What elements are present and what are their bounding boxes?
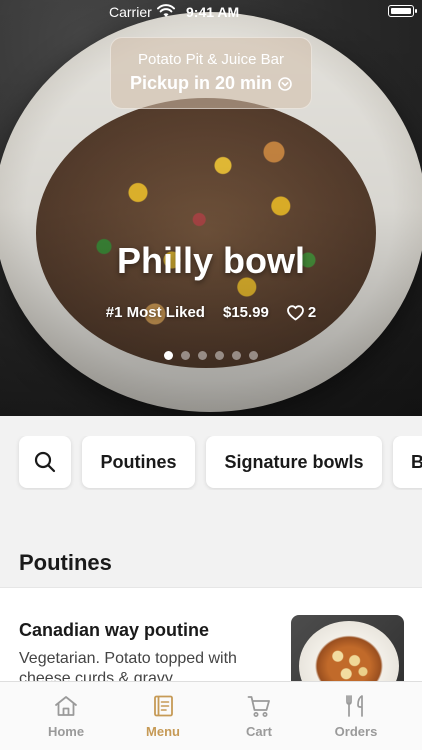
search-button[interactable] — [19, 436, 71, 488]
likes-count: 2 — [307, 304, 317, 321]
featured-hero[interactable]: Carrier 9:41 AM Potato Pit & Juice Bar P… — [0, 0, 422, 416]
home-icon — [55, 696, 77, 716]
featured-dish-title: Philly bowl — [116, 240, 305, 281]
app-screen: Carrier 9:41 AM Potato Pit & Juice Bar P… — [0, 0, 422, 750]
carousel-dot[interactable] — [181, 351, 190, 360]
status-time: 9:41 AM — [186, 4, 240, 20]
category-chip-burgers[interactable]: Burgers — [393, 436, 422, 488]
menu-item-name: Canadian way poutine — [19, 620, 210, 640]
tab-orders-label: Orders — [334, 724, 378, 739]
poutine-bowl-image — [299, 621, 399, 687]
cart-icon — [247, 696, 270, 717]
carousel-dot[interactable] — [232, 351, 241, 360]
carrier-label: Carrier — [109, 4, 152, 20]
status-bar: Carrier 9:41 AM — [0, 0, 422, 24]
carousel-dot[interactable] — [198, 351, 207, 360]
carousel-dot[interactable] — [215, 351, 224, 360]
wifi-icon — [157, 4, 175, 17]
category-chips: Poutines Signature bowls Burgers — [0, 436, 422, 490]
tab-menu[interactable]: Menu — [113, 682, 213, 750]
category-chip-signature-bowls[interactable]: Signature bowls — [206, 436, 382, 488]
menu-item-image — [291, 615, 404, 687]
menu-icon — [154, 695, 173, 717]
battery-icon — [388, 5, 417, 17]
tab-cart-label: Cart — [245, 724, 272, 739]
section-title: Poutines — [19, 550, 112, 575]
tab-orders[interactable]: Orders — [306, 682, 406, 750]
featured-dish-meta: #1 Most Liked $15.99 2 — [0, 304, 422, 321]
pickup-time-row: Pickup in 20 min — [130, 73, 292, 94]
carousel-dot[interactable] — [164, 351, 173, 360]
menu-item-card[interactable]: Canadian way poutine Vegetarian. Potato … — [0, 587, 422, 687]
likes-button[interactable]: 2 — [286, 304, 317, 321]
heart-icon — [286, 304, 304, 320]
pickup-selector[interactable]: Potato Pit & Juice Bar Pickup in 20 min — [110, 37, 312, 109]
tab-home-label: Home — [47, 724, 85, 739]
pickup-time-label: Pickup in 20 min — [129, 73, 273, 93]
tab-menu-label: Menu — [146, 724, 180, 739]
category-chip-poutines[interactable]: Poutines — [82, 436, 195, 488]
popularity-badge: #1 Most Liked — [105, 304, 205, 321]
chevron-down-circle-icon — [278, 76, 292, 91]
orders-icon — [346, 695, 363, 717]
featured-price: $15.99 — [222, 304, 269, 321]
search-icon — [34, 451, 56, 473]
tab-home[interactable]: Home — [16, 682, 116, 750]
carousel-dot[interactable] — [249, 351, 258, 360]
tab-cart[interactable]: Cart — [209, 682, 309, 750]
carousel-page-indicator[interactable] — [0, 351, 422, 360]
tab-bar: Home Menu Cart Orders — [0, 681, 422, 750]
pickup-store-name: Potato Pit & Juice Bar — [138, 51, 284, 68]
